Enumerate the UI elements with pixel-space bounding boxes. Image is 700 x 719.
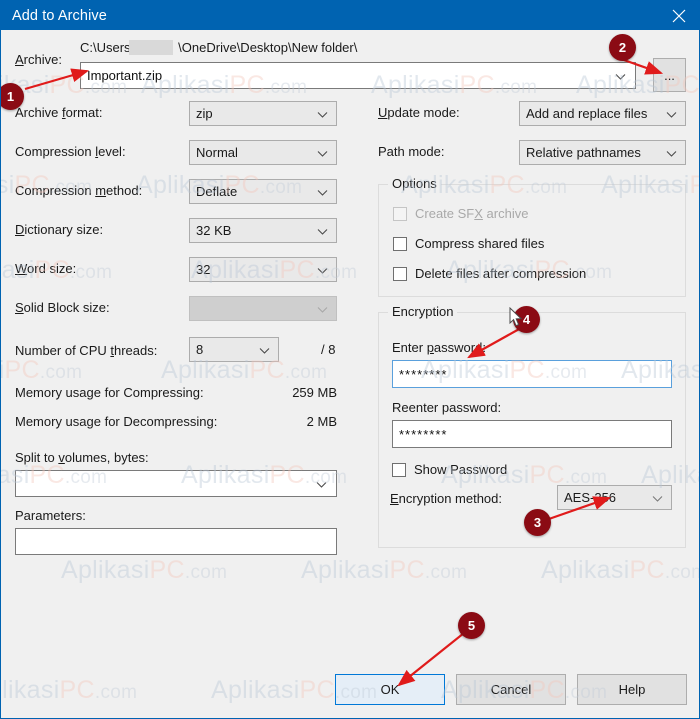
path-mode-select[interactable]: Relative pathnames xyxy=(519,140,686,165)
split-volumes-input[interactable] xyxy=(15,470,337,497)
word-size-select[interactable]: 32 xyxy=(189,257,337,282)
parameters-label: Parameters: xyxy=(15,508,86,523)
ok-button[interactable]: OK xyxy=(335,674,445,705)
archive-format-select[interactable]: zip xyxy=(189,101,337,126)
cpu-threads-select[interactable]: 8 xyxy=(189,337,279,362)
update-mode-select[interactable]: Add and replace files xyxy=(519,101,686,126)
chevron-down-icon xyxy=(316,476,327,491)
chevron-down-icon xyxy=(259,342,270,357)
compression-level-label: Compression level: xyxy=(15,144,126,159)
encryption-group-title: Encryption xyxy=(388,304,458,319)
show-password-checkbox[interactable]: Show Password xyxy=(392,462,507,477)
window-title: Add to Archive xyxy=(12,7,107,24)
chevron-down-icon xyxy=(317,145,328,160)
help-button[interactable]: Help xyxy=(577,674,687,705)
archive-name-input[interactable]: Important.zip xyxy=(80,62,636,89)
chevron-down-icon xyxy=(652,490,663,505)
archive-path-text: C:\Users\ \OneDrive\Desktop\New folder\ xyxy=(80,40,358,55)
compress-shared-files-checkbox[interactable]: Compress shared files xyxy=(393,236,544,251)
memory-decompressing-value: 2 MB xyxy=(306,414,337,429)
checkbox-icon xyxy=(393,236,407,251)
checkbox-icon xyxy=(393,266,407,281)
compression-method-label: Compression method: xyxy=(15,183,143,198)
chevron-down-icon xyxy=(317,262,328,277)
archive-label: Archive: xyxy=(15,52,62,67)
checkbox-icon xyxy=(393,206,407,221)
archive-format-label: Archive format: xyxy=(15,105,103,120)
memory-compressing-label: Memory usage for Compressing: xyxy=(15,385,204,400)
chevron-down-icon xyxy=(317,184,328,199)
browse-button[interactable]: ... xyxy=(653,58,686,92)
solid-block-size-label: Solid Block size: xyxy=(15,300,110,315)
split-volumes-label: Split to volumes, bytes: xyxy=(15,450,149,465)
close-icon[interactable] xyxy=(656,1,699,30)
reenter-password-label: Reenter password: xyxy=(392,400,502,415)
compression-method-select[interactable]: Deflate xyxy=(189,179,337,204)
update-mode-label: Update mode: xyxy=(378,105,460,120)
parameters-input[interactable] xyxy=(15,528,337,555)
path-mode-label: Path mode: xyxy=(378,144,445,159)
encryption-method-select[interactable]: AES-256 xyxy=(557,485,672,510)
compression-level-select[interactable]: Normal xyxy=(189,140,337,165)
create-sfx-archive-checkbox: Create SFX archive xyxy=(393,206,528,221)
enter-password-label: Enter password: xyxy=(392,340,486,355)
delete-files-after-compression-checkbox[interactable]: Delete files after compression xyxy=(393,266,586,281)
enter-password-input[interactable]: ******** xyxy=(392,360,672,388)
memory-compressing-value: 259 MB xyxy=(292,385,337,400)
chevron-down-icon xyxy=(317,106,328,121)
checkbox-icon xyxy=(392,462,406,477)
memory-decompressing-label: Memory usage for Decompressing: xyxy=(15,414,218,429)
redacted-username xyxy=(129,40,173,55)
dictionary-size-select[interactable]: 32 KB xyxy=(189,218,337,243)
title-bar: Add to Archive xyxy=(1,1,699,30)
word-size-label: Word size: xyxy=(15,261,77,276)
encryption-method-label: Encryption method: xyxy=(390,491,503,506)
chevron-down-icon xyxy=(666,106,677,121)
cancel-button[interactable]: Cancel xyxy=(456,674,566,705)
solid-block-size-select xyxy=(189,296,337,321)
cpu-threads-max: / 8 xyxy=(321,342,336,357)
chevron-down-icon xyxy=(317,223,328,238)
dictionary-size-label: Dictionary size: xyxy=(15,222,104,237)
reenter-password-input[interactable]: ******** xyxy=(392,420,672,448)
chevron-down-icon xyxy=(317,301,328,316)
chevron-down-icon xyxy=(666,145,677,160)
add-to-archive-dialog: Add to Archive AplikasiPC.com AplikasiPC… xyxy=(0,0,700,719)
options-group-title: Options xyxy=(388,176,441,191)
cpu-threads-label: Number of CPU threads: xyxy=(15,343,158,358)
chevron-down-icon xyxy=(615,68,626,83)
